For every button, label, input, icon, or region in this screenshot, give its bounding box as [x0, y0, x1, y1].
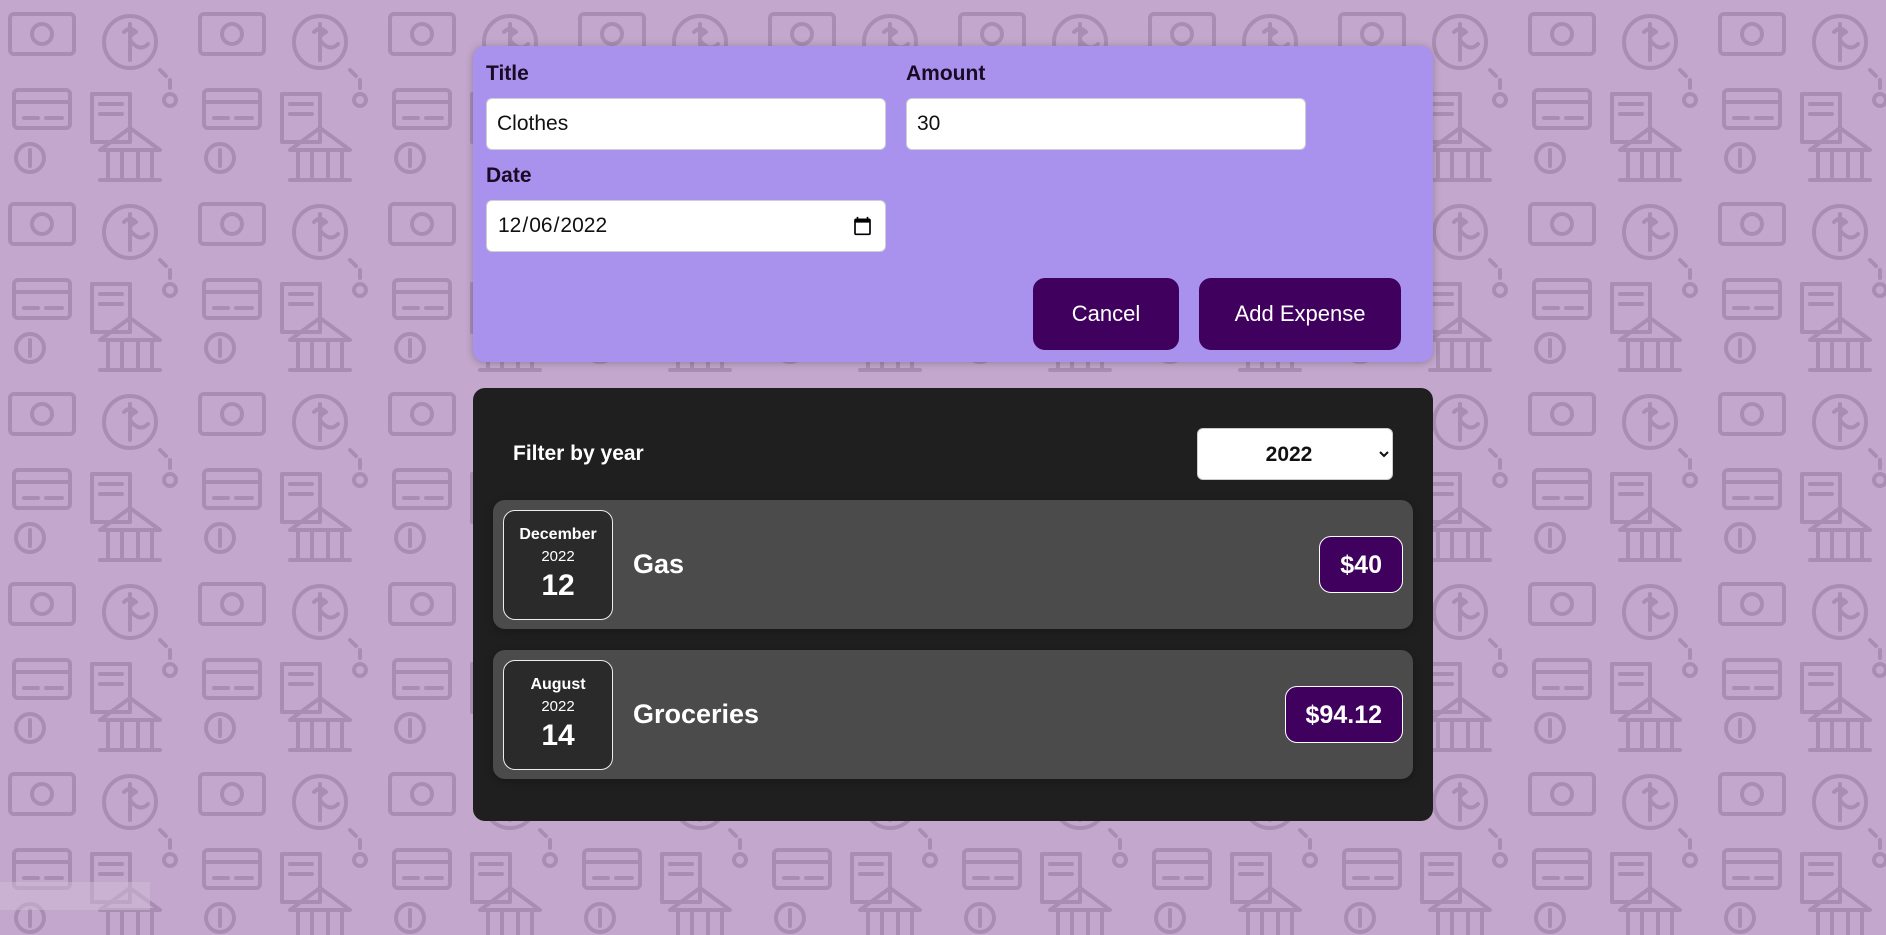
expense-price-badge: $40	[1319, 536, 1403, 593]
expenses-filter: Filter by year 2022	[493, 428, 1413, 480]
cancel-button[interactable]: Cancel	[1033, 278, 1179, 350]
new-expense-form: Title Amount Date Cancel Add Expense	[473, 46, 1433, 362]
expense-description: Gas $40	[633, 536, 1403, 593]
filter-label: Filter by year	[513, 442, 644, 465]
date-field	[486, 200, 886, 252]
expense-title: Groceries	[633, 699, 760, 729]
expenses-panel: Filter by year 2022 December 2022 12 Gas…	[473, 388, 1433, 821]
expense-list: December 2022 12 Gas $40 August 2022 14 …	[493, 500, 1413, 779]
faded-watermark	[0, 882, 150, 910]
title-label: Title	[486, 62, 529, 85]
expense-item[interactable]: August 2022 14 Groceries $94.12	[493, 650, 1413, 779]
year-select[interactable]: 2022	[1197, 428, 1393, 480]
form-controls: Title Amount Date	[486, 60, 1419, 252]
amount-label: Amount	[906, 62, 986, 85]
date-control: Date	[486, 162, 886, 252]
expense-date-month: August	[530, 676, 586, 693]
amount-input[interactable]	[906, 98, 1306, 150]
expense-title: Gas	[633, 549, 685, 579]
title-control: Title	[486, 60, 886, 150]
date-input[interactable]	[486, 200, 886, 252]
form-actions: Cancel Add Expense	[1033, 278, 1401, 350]
expense-date: August 2022 14	[503, 659, 613, 770]
app-container: Title Amount Date Cancel Add Expense Fil…	[473, 46, 1433, 821]
expense-price-badge: $94.12	[1284, 686, 1403, 743]
expense-date-day: 14	[541, 719, 575, 752]
expense-date-day: 12	[541, 569, 575, 602]
title-input[interactable]	[486, 98, 886, 150]
add-expense-button[interactable]: Add Expense	[1199, 278, 1401, 350]
expense-date-year: 2022	[541, 548, 575, 565]
date-label: Date	[486, 164, 532, 187]
expense-date: December 2022 12	[503, 509, 613, 620]
expense-item[interactable]: December 2022 12 Gas $40	[493, 500, 1413, 629]
amount-control: Amount	[906, 60, 1306, 150]
expense-description: Groceries $94.12	[633, 686, 1403, 743]
expense-date-year: 2022	[541, 698, 575, 715]
expense-date-month: December	[519, 526, 597, 543]
